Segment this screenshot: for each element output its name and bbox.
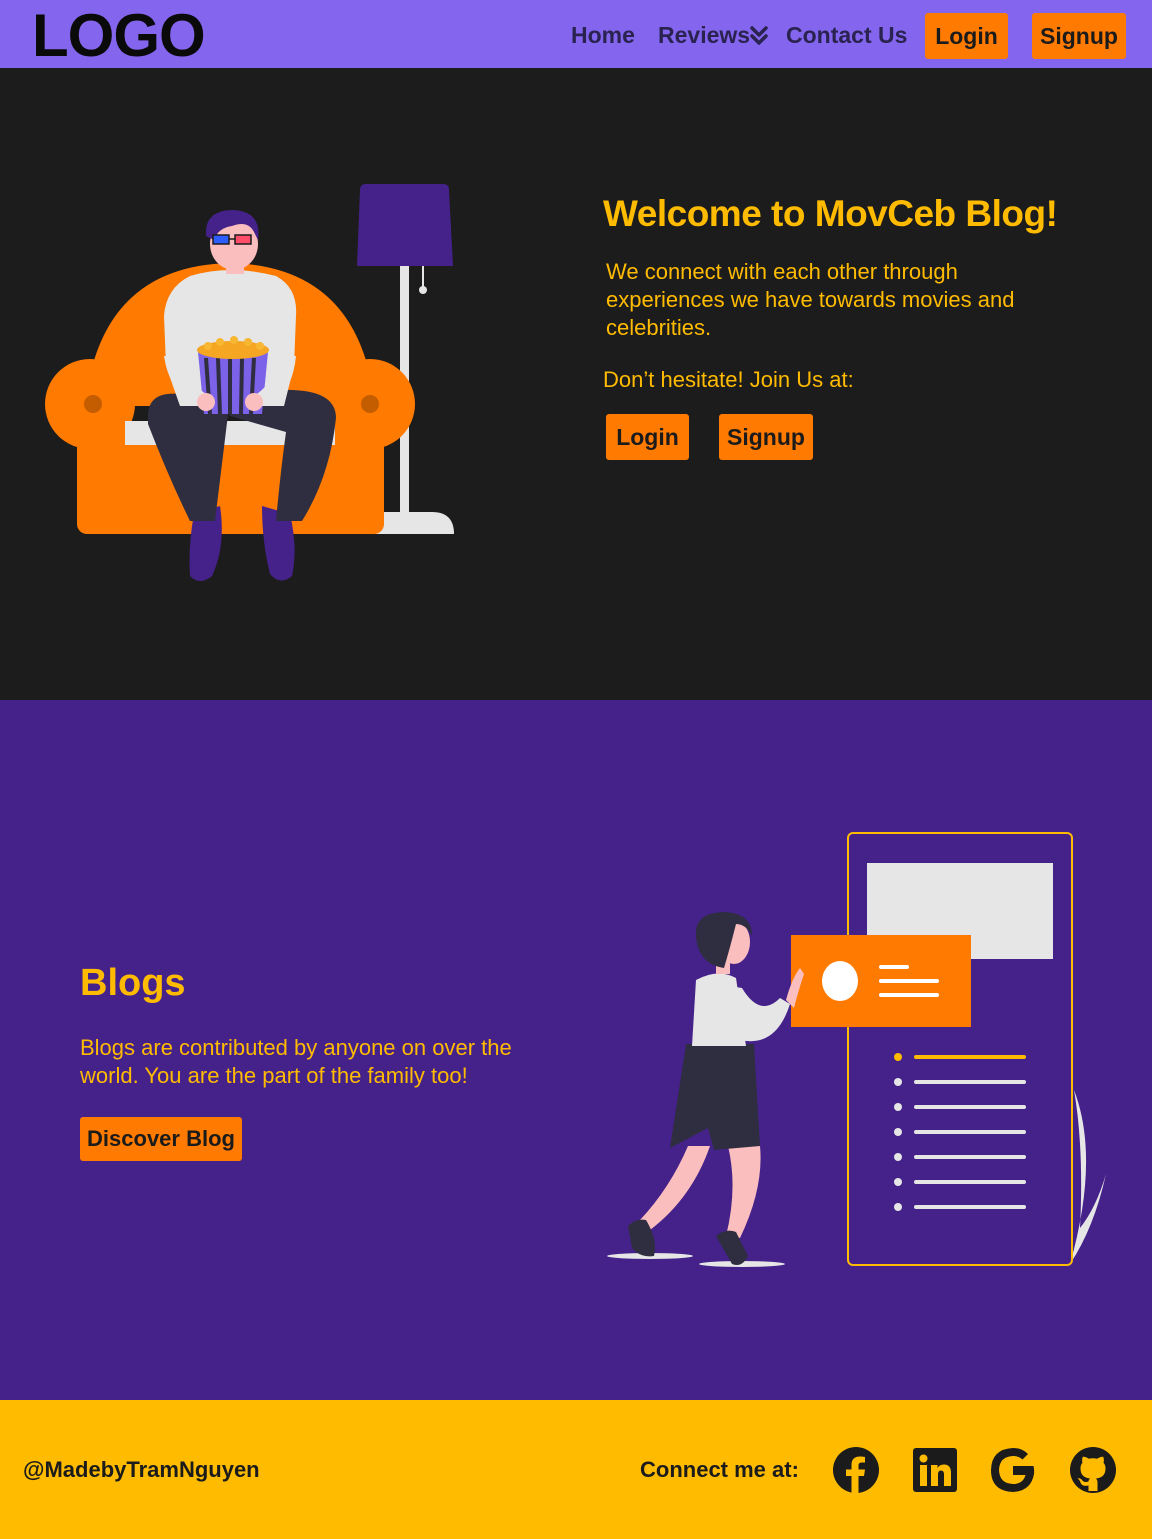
header-signup-button[interactable]: Signup <box>1032 13 1126 59</box>
nav-reviews-link[interactable]: Reviews <box>658 20 750 50</box>
blogs-section: Blogs Blogs are contributed by anyone on… <box>0 700 1152 1400</box>
connect-label: Connect me at: <box>640 1457 799 1482</box>
nav-contact-link[interactable]: Contact Us <box>786 20 907 50</box>
hero-title: Welcome to MovCeb Blog! <box>603 193 1058 234</box>
site-header: LOGO Home Reviews Contact Us Login Signu… <box>0 0 1152 68</box>
movie-watcher-illustration <box>45 184 454 581</box>
github-icon[interactable] <box>1069 1446 1117 1494</box>
google-icon[interactable] <box>989 1446 1037 1494</box>
blog-board-illustration <box>607 832 1106 1267</box>
hero-signup-button[interactable]: Signup <box>719 414 813 460</box>
facebook-icon[interactable] <box>832 1446 880 1494</box>
discover-blog-button[interactable]: Discover Blog <box>80 1117 242 1161</box>
blogs-title: Blogs <box>80 962 186 1004</box>
nav-home-link[interactable]: Home <box>571 20 635 50</box>
footer-credit: @MadebyTramNguyen <box>23 1457 260 1482</box>
header-login-button[interactable]: Login <box>925 13 1008 59</box>
linkedin-icon[interactable] <box>911 1446 959 1494</box>
hero-join-text: Don’t hesitate! Join Us at: <box>603 367 854 392</box>
blogs-description: Blogs are contributed by anyone on over … <box>80 1035 512 1088</box>
hero-login-button[interactable]: Login <box>606 414 689 460</box>
hero-description: We connect with each other through exper… <box>606 259 1015 340</box>
chevron-down-icon[interactable] <box>750 24 768 48</box>
site-footer: @MadebyTramNguyen Connect me at: <box>0 1400 1152 1539</box>
logo[interactable]: LOGO <box>32 4 206 68</box>
hero-section: Welcome to MovCeb Blog! We connect with … <box>0 68 1152 700</box>
